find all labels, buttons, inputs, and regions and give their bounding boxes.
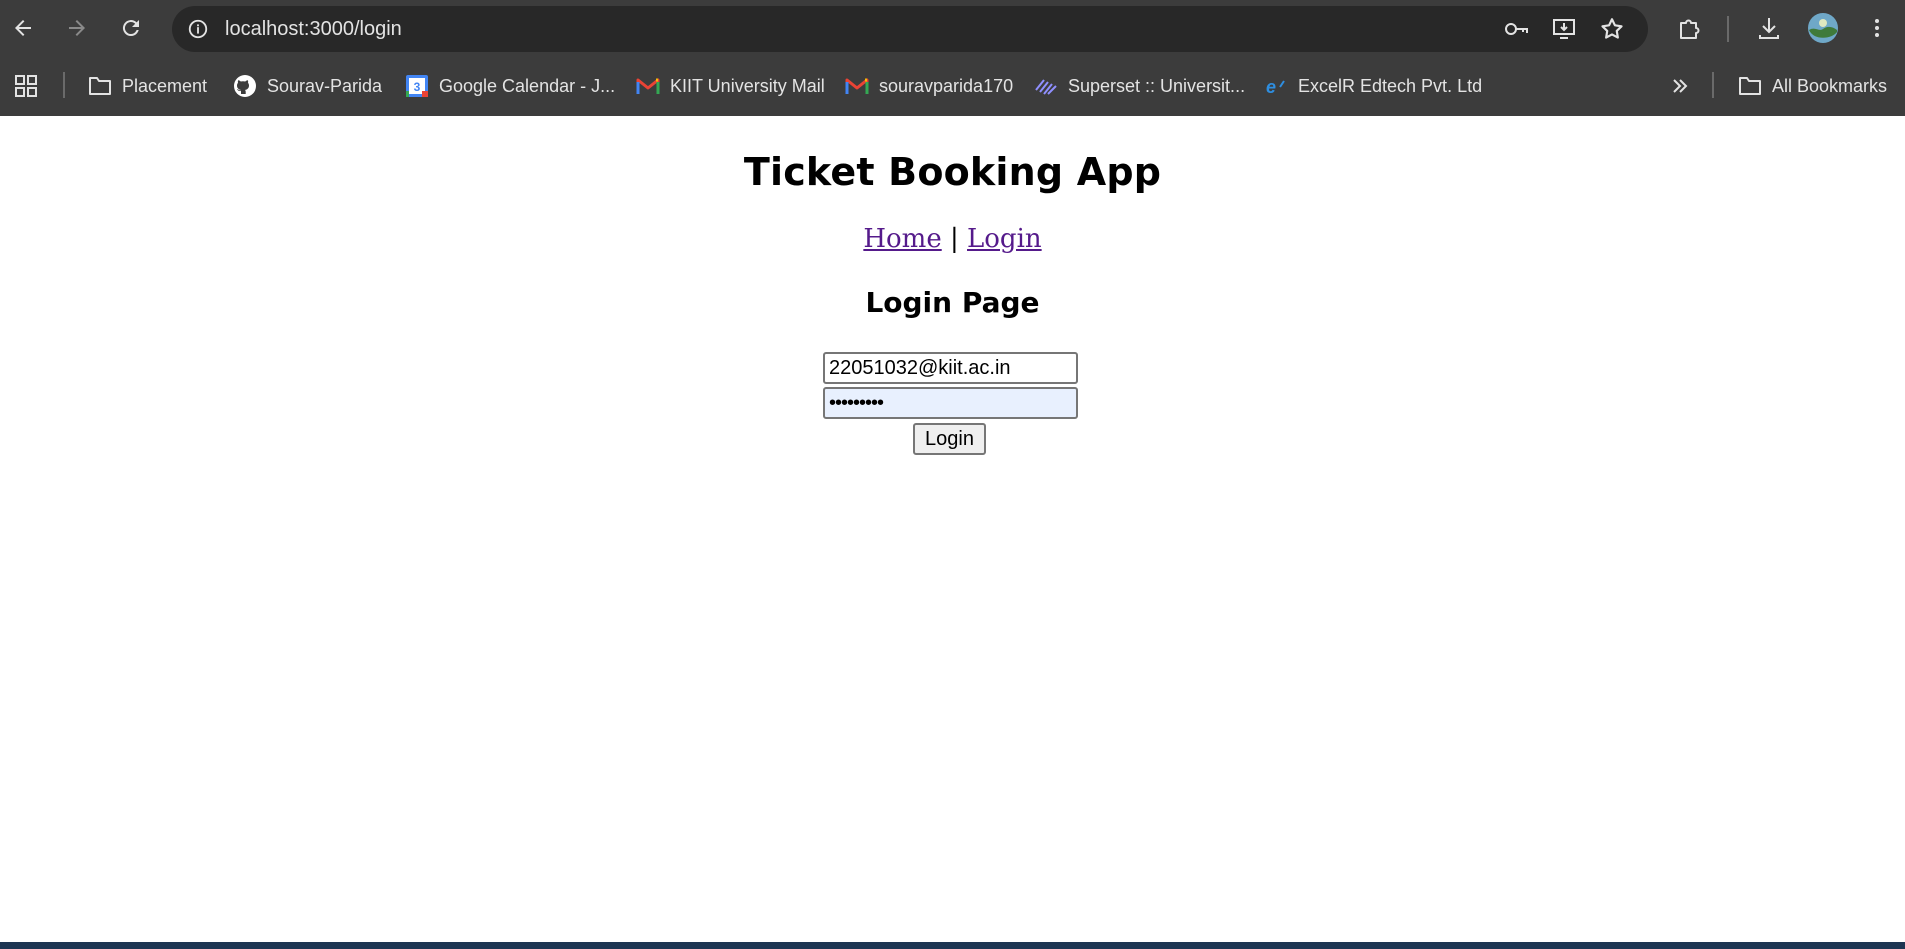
all-bookmarks-label: All Bookmarks — [1772, 75, 1888, 96]
folder-icon — [88, 74, 112, 98]
more-bookmarks-button[interactable] — [1668, 70, 1702, 102]
password-key-icon[interactable] — [1502, 15, 1530, 43]
folder-icon — [1738, 74, 1762, 98]
apps-grid-icon — [14, 74, 38, 98]
taskbar-edge — [0, 942, 1905, 949]
email-field[interactable]: 22051032@kiit.ac.in — [823, 352, 1078, 384]
bookmarks-divider — [63, 72, 65, 98]
downloads-button[interactable] — [1751, 10, 1787, 46]
toolbar-divider — [1727, 16, 1729, 42]
apps-button[interactable] — [14, 70, 48, 102]
bookmark-label: ExcelR Edtech Pvt. Ltd — [1298, 75, 1483, 96]
nav-separator: | — [949, 224, 959, 254]
address-bar[interactable]: localhost:3000/login — [172, 6, 1648, 52]
avatar-icon — [1808, 13, 1838, 43]
bookmark-excelr[interactable]: e ExcelR Edtech Pvt. Ltd — [1264, 70, 1482, 102]
bookmark-label: Google Calendar - J... — [439, 75, 616, 96]
bookmark-kiit-mail[interactable]: KIIT University Mail — [636, 70, 825, 102]
site-info-icon[interactable] — [184, 15, 212, 43]
bookmark-superset[interactable]: Superset :: Universit... — [1034, 70, 1245, 102]
puzzle-icon — [1680, 19, 1700, 39]
kebab-menu-icon — [1875, 19, 1879, 37]
gmail-icon — [636, 74, 660, 98]
superset-icon — [1034, 74, 1058, 98]
nav-home-link[interactable]: Home — [863, 224, 941, 254]
app-title: Ticket Booking App — [743, 150, 1162, 194]
bookmark-google-calendar[interactable]: 3 Google Calendar - J... — [405, 70, 615, 102]
url-text[interactable]: localhost:3000/login — [225, 6, 402, 52]
browser-toolbar: localhost:3000/login — [0, 0, 1905, 56]
main-nav: Home | Login — [0, 224, 1905, 254]
svg-text:3: 3 — [414, 80, 421, 94]
back-arrow-icon — [15, 20, 31, 36]
bookmark-label: Placement — [122, 75, 208, 96]
reload-button[interactable] — [113, 10, 149, 46]
excelr-icon: e — [1264, 74, 1288, 98]
bookmark-label: souravparida170 — [879, 75, 1014, 96]
bookmark-label: KIIT University Mail — [670, 75, 825, 96]
forward-arrow-icon — [69, 20, 85, 36]
extensions-button[interactable] — [1671, 10, 1707, 46]
bookmark-star-icon[interactable] — [1598, 15, 1626, 43]
bookmarks-divider — [1712, 72, 1714, 98]
page-viewport: Ticket Booking App Home | Login Login Pa… — [0, 116, 1905, 942]
bookmark-github[interactable]: Sourav-Parida — [233, 70, 382, 102]
bookmark-gmail-personal[interactable]: souravparida170 — [845, 70, 1013, 102]
browser-menu-button[interactable] — [1859, 10, 1895, 46]
gmail-icon — [845, 74, 869, 98]
profile-avatar[interactable] — [1805, 10, 1841, 46]
reload-icon — [122, 20, 139, 37]
password-field[interactable]: ••••••••• — [823, 387, 1078, 419]
calendar-icon: 3 — [405, 74, 429, 98]
login-submit-button[interactable]: Login — [913, 423, 986, 455]
forward-button[interactable] — [59, 10, 95, 46]
download-icon — [1759, 18, 1779, 39]
all-bookmarks-button[interactable]: All Bookmarks — [1738, 70, 1887, 102]
bookmark-label: Sourav-Parida — [267, 75, 383, 96]
bookmark-placement[interactable]: Placement — [88, 70, 207, 102]
bookmarks-bar: Placement Sourav-Parida 3 Google Calenda… — [0, 56, 1905, 116]
back-button[interactable] — [5, 10, 41, 46]
github-icon — [233, 74, 257, 98]
nav-login-link[interactable]: Login — [967, 224, 1042, 254]
chevron-double-right-icon — [1668, 74, 1692, 98]
install-app-icon[interactable] — [1550, 15, 1578, 43]
svg-text:e: e — [1266, 77, 1276, 97]
page-subtitle: Login Page — [865, 286, 1040, 319]
bookmark-label: Superset :: Universit... — [1068, 75, 1246, 96]
